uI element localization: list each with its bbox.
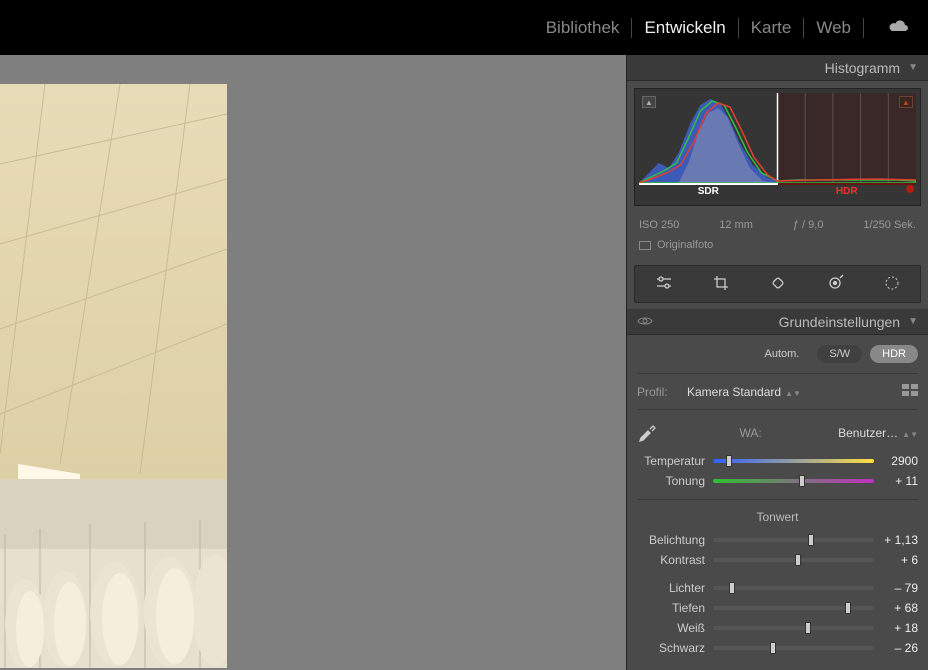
top-bar: Bibliothek Entwickeln Karte Web bbox=[0, 0, 928, 55]
nav-library[interactable]: Bibliothek bbox=[534, 18, 633, 38]
nav-map[interactable]: Karte bbox=[739, 18, 805, 38]
collapse-icon: ▼ bbox=[908, 62, 918, 73]
profile-label: Profil: bbox=[637, 385, 687, 399]
basic-body: Autom. S/W HDR Profil: Kamera Standard▲▼… bbox=[627, 335, 928, 664]
wb-dropdown[interactable]: Benutzer…▲▼ bbox=[838, 426, 918, 440]
whites-value[interactable]: + 18 bbox=[882, 621, 918, 635]
photo-preview[interactable] bbox=[0, 84, 227, 668]
exposure-value[interactable]: + 1,13 bbox=[882, 533, 918, 547]
basic-panel: Grundeinstellungen ▼ Autom. S/W HDR Prof… bbox=[627, 309, 928, 664]
panel-visibility-icon[interactable] bbox=[637, 315, 653, 329]
profile-browser-icon[interactable] bbox=[902, 384, 918, 399]
hdr-warning-icon bbox=[906, 185, 914, 193]
adjust-tool-icon[interactable] bbox=[647, 270, 681, 299]
tone-header: Tonwert bbox=[637, 499, 918, 530]
cloud-sync-icon[interactable] bbox=[888, 19, 910, 36]
profile-dropdown[interactable]: Kamera Standard▲▼ bbox=[687, 385, 801, 399]
contrast-value[interactable]: + 6 bbox=[882, 553, 918, 567]
meta-aperture: ƒ / 9,0 bbox=[793, 219, 824, 231]
original-label: Originalfoto bbox=[657, 239, 713, 251]
blacks-label: Schwarz bbox=[637, 641, 705, 655]
nav-web[interactable]: Web bbox=[804, 18, 864, 38]
exposure-slider[interactable] bbox=[713, 538, 874, 542]
histogram-box: ▲ ▲ SDR HDR bbox=[634, 88, 921, 206]
eyedropper-icon[interactable] bbox=[637, 420, 659, 445]
whites-slider-row: Weiß + 18 bbox=[637, 618, 918, 638]
histogram-chart bbox=[639, 93, 916, 183]
shadow-clip-indicator[interactable]: ▲ bbox=[642, 96, 656, 108]
blacks-slider-row: Schwarz – 26 bbox=[637, 638, 918, 658]
tool-strip bbox=[634, 265, 921, 303]
heal-tool-icon[interactable] bbox=[761, 270, 795, 299]
whites-label: Weiß bbox=[637, 621, 705, 635]
blacks-slider[interactable] bbox=[713, 646, 874, 650]
exposure-slider-row: Belichtung + 1,13 bbox=[637, 530, 918, 550]
original-toggle[interactable]: Originalfoto bbox=[627, 235, 928, 259]
highlights-label: Lichter bbox=[637, 581, 705, 595]
auto-button[interactable]: Autom. bbox=[755, 345, 810, 363]
histogram-canvas[interactable]: ▲ ▲ SDR HDR bbox=[639, 93, 916, 201]
histogram-header[interactable]: Histogramm ▼ bbox=[627, 55, 928, 81]
shadows-value[interactable]: + 68 bbox=[882, 601, 918, 615]
basic-header[interactable]: Grundeinstellungen ▼ bbox=[627, 309, 928, 335]
meta-focal: 12 mm bbox=[719, 219, 753, 231]
tint-slider[interactable] bbox=[713, 479, 874, 483]
meta-iso: ISO 250 bbox=[639, 219, 679, 231]
develop-right-panel: Histogramm ▼ ▲ ▲ bbox=[626, 55, 928, 670]
temp-slider[interactable] bbox=[713, 459, 874, 463]
main-area: Histogramm ▼ ▲ ▲ bbox=[0, 55, 928, 670]
shadows-slider-row: Tiefen + 68 bbox=[637, 598, 918, 618]
tint-slider-row: Tonung + 11 bbox=[637, 471, 918, 491]
crop-tool-icon[interactable] bbox=[704, 270, 738, 299]
sdr-label: SDR bbox=[639, 183, 778, 199]
radial-tool-icon[interactable] bbox=[875, 270, 909, 299]
shadows-label: Tiefen bbox=[637, 601, 705, 615]
tint-label: Tonung bbox=[637, 474, 705, 488]
hdr-label: HDR bbox=[778, 183, 917, 199]
blacks-value[interactable]: – 26 bbox=[882, 641, 918, 655]
highlights-slider-row: Lichter – 79 bbox=[637, 578, 918, 598]
photo-metadata: ISO 250 12 mm ƒ / 9,0 1/250 Sek. bbox=[627, 213, 928, 235]
histogram-range-labels: SDR HDR bbox=[639, 183, 916, 199]
temp-label: Temperatur bbox=[637, 454, 705, 468]
canvas-area[interactable] bbox=[0, 55, 626, 670]
contrast-slider[interactable] bbox=[713, 558, 874, 562]
mask-tool-icon[interactable] bbox=[818, 270, 852, 299]
highlight-clip-indicator[interactable]: ▲ bbox=[899, 96, 913, 108]
whites-slider[interactable] bbox=[713, 626, 874, 630]
original-icon bbox=[639, 241, 651, 250]
contrast-slider-row: Kontrast + 6 bbox=[637, 550, 918, 570]
temp-slider-row: Temperatur 2900 bbox=[637, 451, 918, 471]
collapse-icon: ▼ bbox=[908, 316, 918, 327]
mode-row: Autom. S/W HDR bbox=[637, 341, 918, 373]
wb-label: WA: bbox=[739, 426, 761, 440]
highlights-value[interactable]: – 79 bbox=[882, 581, 918, 595]
nav-develop[interactable]: Entwickeln bbox=[632, 18, 738, 38]
histogram-panel: Histogramm ▼ ▲ ▲ bbox=[627, 55, 928, 259]
shadows-slider[interactable] bbox=[713, 606, 874, 610]
exposure-label: Belichtung bbox=[637, 533, 705, 547]
basic-title: Grundeinstellungen bbox=[779, 314, 900, 330]
meta-shutter: 1/250 Sek. bbox=[863, 219, 916, 231]
bw-toggle[interactable]: S/W bbox=[817, 345, 862, 363]
tint-value[interactable]: + 11 bbox=[882, 474, 918, 488]
wb-row: WA: Benutzer…▲▼ bbox=[637, 410, 918, 451]
histogram-title: Histogramm bbox=[825, 60, 900, 76]
temp-value[interactable]: 2900 bbox=[882, 454, 918, 468]
module-nav: Bibliothek Entwickeln Karte Web bbox=[534, 18, 864, 38]
profile-row: Profil: Kamera Standard▲▼ bbox=[637, 373, 918, 410]
contrast-label: Kontrast bbox=[637, 553, 705, 567]
hdr-toggle[interactable]: HDR bbox=[870, 345, 918, 363]
highlights-slider[interactable] bbox=[713, 586, 874, 590]
